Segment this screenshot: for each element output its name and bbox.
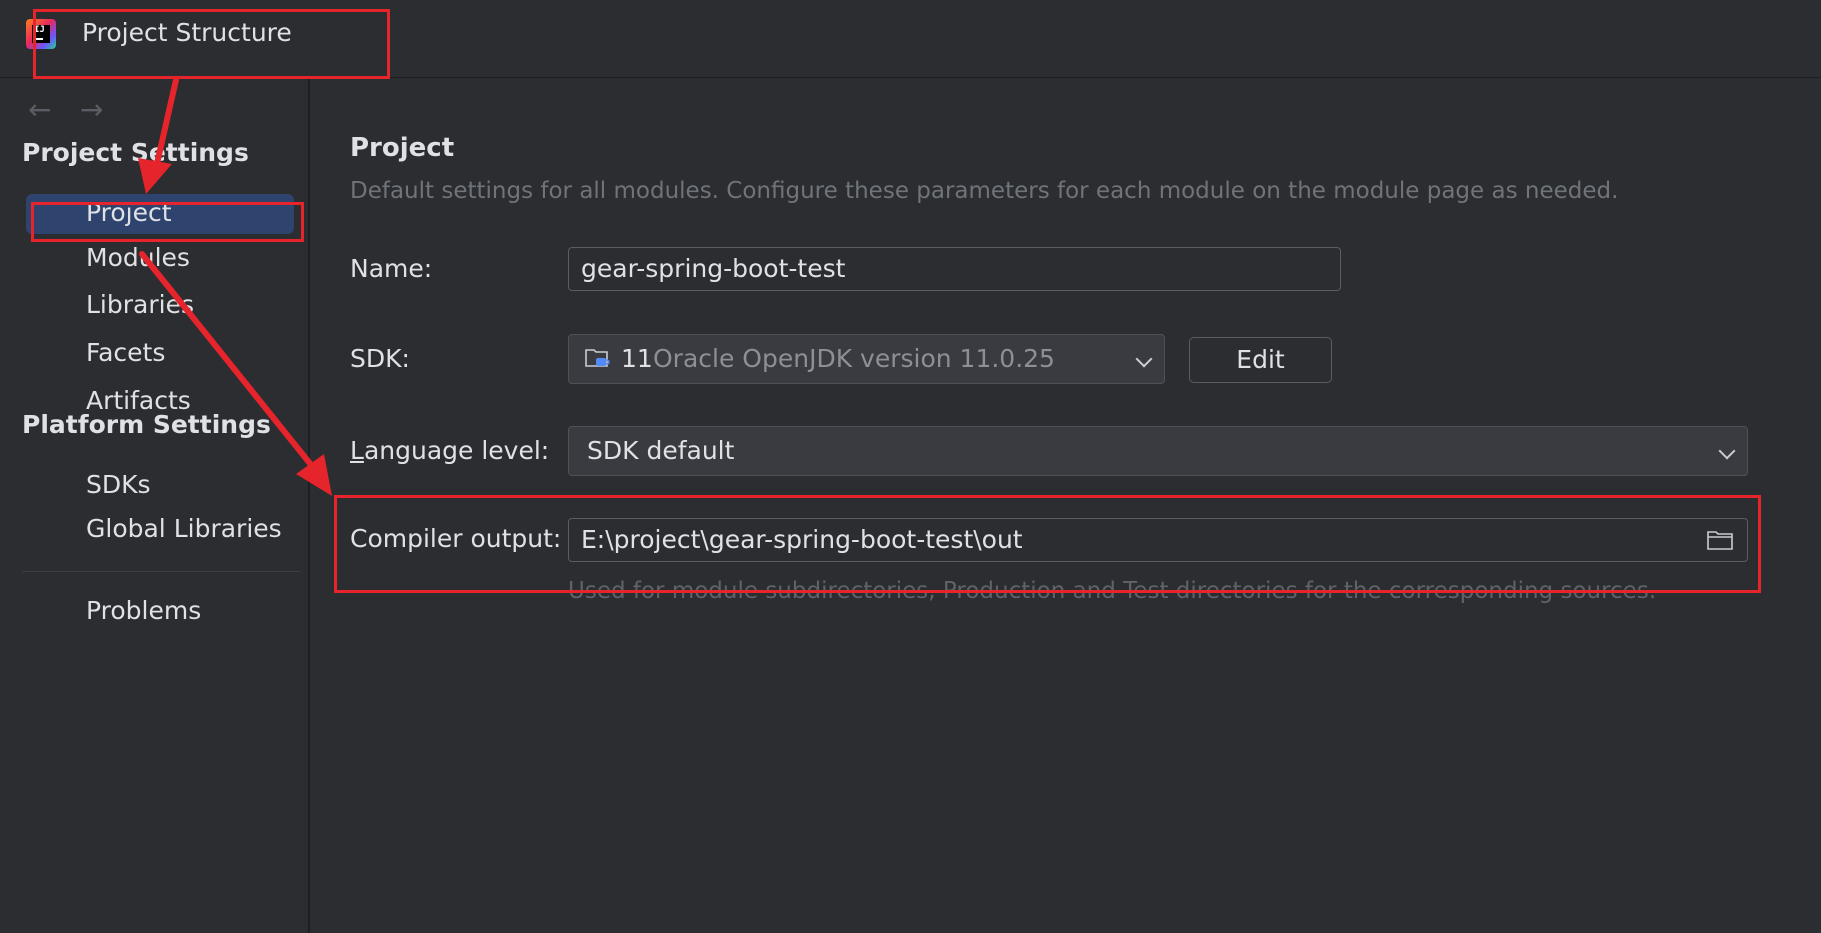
edit-sdk-button[interactable]: Edit [1189, 337, 1332, 383]
project-structure-dialog: IJ Project Structure ← → Project Setting… [0, 0, 1821, 933]
sdk-description: Oracle OpenJDK version 11.0.25 [653, 344, 1055, 373]
language-level-value: SDK default [587, 436, 735, 465]
sidebar-item-facets[interactable]: Facets [86, 340, 165, 365]
project-settings-heading: Project Settings [22, 138, 249, 167]
arrow-right-icon[interactable]: → [80, 96, 103, 124]
annotation-box-project-item [31, 202, 304, 242]
sidebar-divider [22, 571, 300, 572]
sidebar-item-sdks[interactable]: SDKs [86, 472, 151, 497]
sdk-version: 11 [621, 344, 653, 373]
sidebar-item-libraries[interactable]: Libraries [86, 292, 194, 317]
chevron-down-icon [1135, 350, 1153, 368]
project-name-input[interactable]: gear-spring-boot-test [568, 247, 1341, 291]
sdk-select[interactable]: 11 Oracle OpenJDK version 11.0.25 [568, 334, 1165, 384]
jdk-folder-icon [585, 349, 610, 367]
sidebar-item-modules[interactable]: Modules [86, 245, 190, 270]
language-level-select[interactable]: SDK default [568, 426, 1748, 476]
arrow-left-icon[interactable]: ← [28, 96, 51, 124]
chevron-down-icon [1718, 442, 1736, 460]
sdk-label: SDK: [350, 344, 410, 373]
page-title: Project [350, 133, 455, 163]
platform-settings-heading: Platform Settings [22, 410, 271, 439]
language-level-label: Language level: [350, 436, 550, 465]
annotation-box-compiler-output [334, 495, 1761, 593]
sidebar-item-global-libraries[interactable]: Global Libraries [86, 516, 282, 541]
page-description: Default settings for all modules. Config… [350, 178, 1619, 204]
sidebar-item-problems[interactable]: Problems [86, 598, 201, 623]
name-label: Name: [350, 254, 433, 283]
annotation-box-title [33, 9, 390, 79]
